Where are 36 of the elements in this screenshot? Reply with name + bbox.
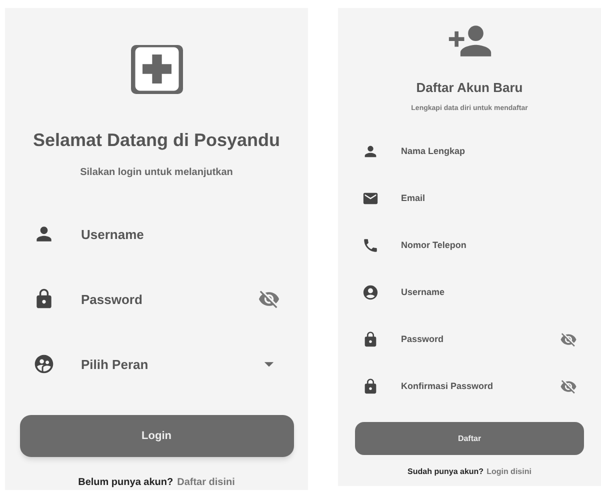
placeholder-text: Nama Lengkap: [401, 144, 466, 158]
placeholder-text: Pilih Peran: [81, 356, 150, 374]
login-button[interactable]: Login: [20, 414, 294, 457]
placeholder-text: Username: [401, 286, 446, 299]
placeholder-text: Password: [401, 332, 445, 346]
placeholder-text: Konfirmasi Password: [401, 380, 494, 393]
placeholder-text: Nomor Telepon: [401, 238, 468, 252]
placeholder-text: Password: [81, 290, 144, 309]
login-title: Selamat Datang di Posyandu: [32, 128, 280, 152]
input-field[interactable]: Nama Lengkap: [338, 128, 601, 175]
input-field[interactable]: Nomor Telepon: [338, 222, 601, 269]
placeholder-text: Username: [81, 226, 145, 244]
input-field[interactable]: Konfirmasi Password: [338, 363, 601, 410]
input-field[interactable]: Password: [338, 316, 601, 363]
login-link[interactable]: Login disini: [486, 466, 532, 478]
eye-off-icon[interactable]: [560, 378, 577, 395]
login-subtitle: Silakan login untuk melanjutkan: [80, 166, 233, 180]
placeholder-text: Email: [401, 192, 426, 205]
register-button[interactable]: Daftar: [355, 422, 584, 455]
input-field[interactable]: Username: [338, 269, 601, 316]
envelope-icon: [362, 190, 379, 207]
register-title: Daftar Akun Baru: [416, 79, 523, 97]
input-field[interactable]: Email: [338, 175, 601, 222]
role-dropdown[interactable]: Pilih Peran: [5, 332, 308, 397]
eye-off-icon[interactable]: [258, 288, 280, 310]
input-field[interactable]: Username: [5, 202, 308, 267]
medical-cross-icon: [130, 45, 182, 94]
person-icon: [362, 143, 379, 160]
lock-icon: [362, 378, 379, 395]
phone-icon: [362, 237, 379, 254]
lock-icon: [362, 331, 379, 348]
footer-text: Sudah punya akun?: [408, 466, 484, 478]
register-link[interactable]: Daftar disini: [177, 475, 235, 490]
input-field[interactable]: Password: [5, 266, 308, 332]
footer-text: Belum punya akun?: [78, 476, 174, 490]
eye-off-icon[interactable]: [560, 331, 577, 348]
